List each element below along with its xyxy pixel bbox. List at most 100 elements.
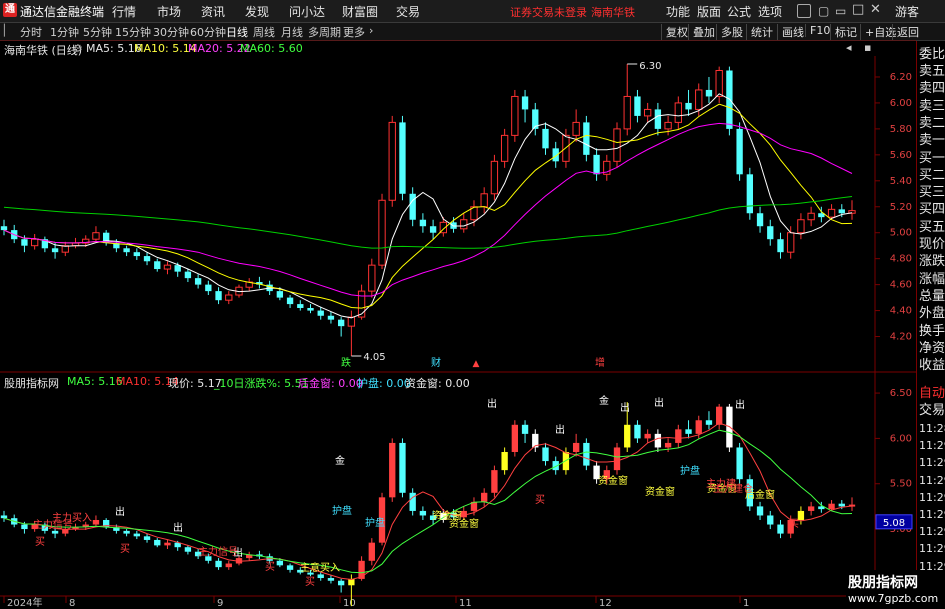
ma20-line	[3, 122, 853, 297]
candle-body	[51, 248, 59, 253]
candle-body	[429, 226, 437, 233]
signal-label[interactable]: 买	[35, 536, 45, 548]
signal-label[interactable]: 出	[555, 423, 565, 436]
toolbar-back-button[interactable]: 返回	[892, 24, 919, 40]
signal-label[interactable]: 护盘	[365, 516, 385, 529]
toolbar-adjust-button[interactable]: 复权	[661, 24, 688, 40]
side-row-label: 卖五	[919, 64, 945, 79]
indicator-bar	[807, 506, 815, 511]
candle-body	[184, 271, 192, 279]
menu-item-options[interactable]: 选项	[758, 3, 782, 20]
side-auto-label[interactable]: 自动	[919, 386, 945, 402]
signal-label[interactable]: 主力买入	[52, 511, 92, 524]
toolbar-overlay-button[interactable]: 叠加	[688, 24, 715, 40]
period-tab-15min[interactable]: 15分钟	[115, 24, 151, 40]
signal-label[interactable]: 买	[120, 543, 130, 555]
signal-label[interactable]: 出	[173, 521, 183, 534]
signal-label[interactable]: 买	[535, 494, 545, 506]
indicator-bar	[0, 515, 8, 519]
side-trade-label[interactable]: 交易	[919, 403, 945, 419]
event-marker[interactable]: 跌	[341, 356, 351, 369]
indicator-bar	[613, 447, 621, 471]
toolbar-stats-button[interactable]: 统计	[746, 24, 773, 40]
signal-label[interactable]: 买	[789, 518, 799, 530]
indicator-bar	[317, 574, 324, 579]
maximize-icon[interactable]: □	[852, 2, 864, 17]
indicator-bar	[276, 560, 284, 566]
menu-item-discover[interactable]: 发现	[245, 3, 269, 20]
signal-label[interactable]: 出	[115, 505, 125, 518]
signal-label[interactable]: 主力建	[706, 477, 736, 490]
menu-item-layout[interactable]: 版面	[697, 3, 721, 20]
kline-chart[interactable]: 6.20 6.00 5.80 5.60 5.40 5.20 5.00 4.80 4.60 4.40…	[0, 40, 916, 609]
toolbar-add-watchlist-button[interactable]: +自选	[860, 24, 896, 40]
signal-label[interactable]: 主意买入	[300, 561, 340, 574]
signal-label[interactable]: 出	[487, 397, 497, 410]
menu-item-quotes[interactable]: 行情	[112, 3, 136, 20]
indicator-bar	[133, 533, 140, 537]
menu-item-ask[interactable]: 问小达	[289, 3, 325, 20]
side-row-label: 买五	[919, 219, 945, 235]
menu-bar: 通 通达信金融终端 行情 市场 资讯 发现 问小达 财富圈 交易 证券交易未登录…	[0, 0, 945, 23]
toolbar-f10-button[interactable]: F10	[805, 24, 830, 37]
period-tab-5min[interactable]: 5分钟	[83, 24, 112, 40]
menu-item-news[interactable]: 资讯	[201, 3, 225, 20]
indicator-bar	[327, 578, 335, 581]
signal-label[interactable]: 主力信号	[198, 545, 238, 558]
period-tab-1min[interactable]: 1分钟	[50, 24, 79, 40]
signal-label[interactable]: 金	[599, 394, 609, 407]
guest-button[interactable]: 游客	[895, 3, 919, 20]
candle-body	[276, 291, 284, 298]
main-axis-label: 5.20	[890, 202, 912, 213]
minimize-icon[interactable]: ▢	[818, 4, 829, 18]
event-marker[interactable]: 增	[595, 356, 605, 369]
side-row-label: 买三	[919, 185, 945, 201]
sub-ma5-line	[3, 422, 853, 581]
period-tab-daily[interactable]: 日线	[226, 24, 248, 40]
toolbar-draw-button[interactable]: 画线	[777, 24, 804, 40]
indicator-bar	[389, 442, 396, 498]
restore-icon[interactable]: ▭	[835, 4, 846, 18]
toolbar-mark-button[interactable]: 标记	[830, 24, 857, 40]
period-tab-multi[interactable]: 多周期	[308, 24, 341, 40]
signal-label[interactable]: 资金窗	[645, 485, 675, 498]
period-tab-monthly[interactable]: 月线	[281, 24, 303, 40]
close-icon[interactable]: ✕	[870, 2, 881, 17]
menu-item-function[interactable]: 功能	[666, 3, 690, 20]
candle-body	[92, 232, 100, 240]
signal-label[interactable]: 资金窗	[598, 474, 628, 487]
period-tab-timeshare[interactable]: 分时	[20, 24, 42, 40]
menu-item-trade[interactable]: 交易	[396, 3, 420, 20]
signal-label[interactable]: 出	[735, 398, 745, 411]
message-icon[interactable]	[797, 4, 811, 18]
menu-item-market[interactable]: 市场	[157, 3, 181, 20]
event-marker[interactable]: 财	[431, 356, 441, 369]
candle-body	[746, 174, 753, 214]
signal-label[interactable]: 护盘	[332, 504, 352, 517]
signal-label[interactable]: 出	[654, 396, 664, 409]
signal-label[interactable]: 资金窗	[449, 517, 479, 530]
candle-body	[562, 134, 570, 162]
login-notice[interactable]: 证券交易未登录	[510, 4, 587, 20]
main-axis-label: 5.40	[890, 176, 912, 187]
menu-item-formula[interactable]: 公式	[727, 3, 751, 20]
signal-label[interactable]: 出	[620, 401, 630, 414]
sub-axis-label: 5.50	[890, 479, 912, 490]
toolbar-multistock-button[interactable]: 多股	[716, 24, 743, 40]
candle-body	[490, 160, 499, 195]
period-tab-weekly[interactable]: 周线	[253, 24, 275, 40]
indicator-bar	[767, 515, 774, 525]
period-tab-30min[interactable]: 30分钟	[153, 24, 189, 40]
candle-body	[357, 290, 366, 318]
date-axis-label: 11	[459, 598, 472, 609]
period-tab-more[interactable]: 更多	[343, 24, 365, 40]
period-tab-60min[interactable]: 60分钟	[190, 24, 226, 40]
signal-label[interactable]: 护盘	[680, 464, 700, 477]
signal-label[interactable]: 买	[305, 576, 315, 588]
signal-label[interactable]: 金	[335, 454, 345, 467]
menu-item-wealth[interactable]: 财富圈	[342, 3, 378, 20]
candle-body	[542, 128, 549, 149]
indicator-bar	[685, 429, 692, 434]
chevron-right-icon[interactable]: ›	[369, 24, 373, 37]
signal-label[interactable]: 买	[265, 561, 275, 573]
